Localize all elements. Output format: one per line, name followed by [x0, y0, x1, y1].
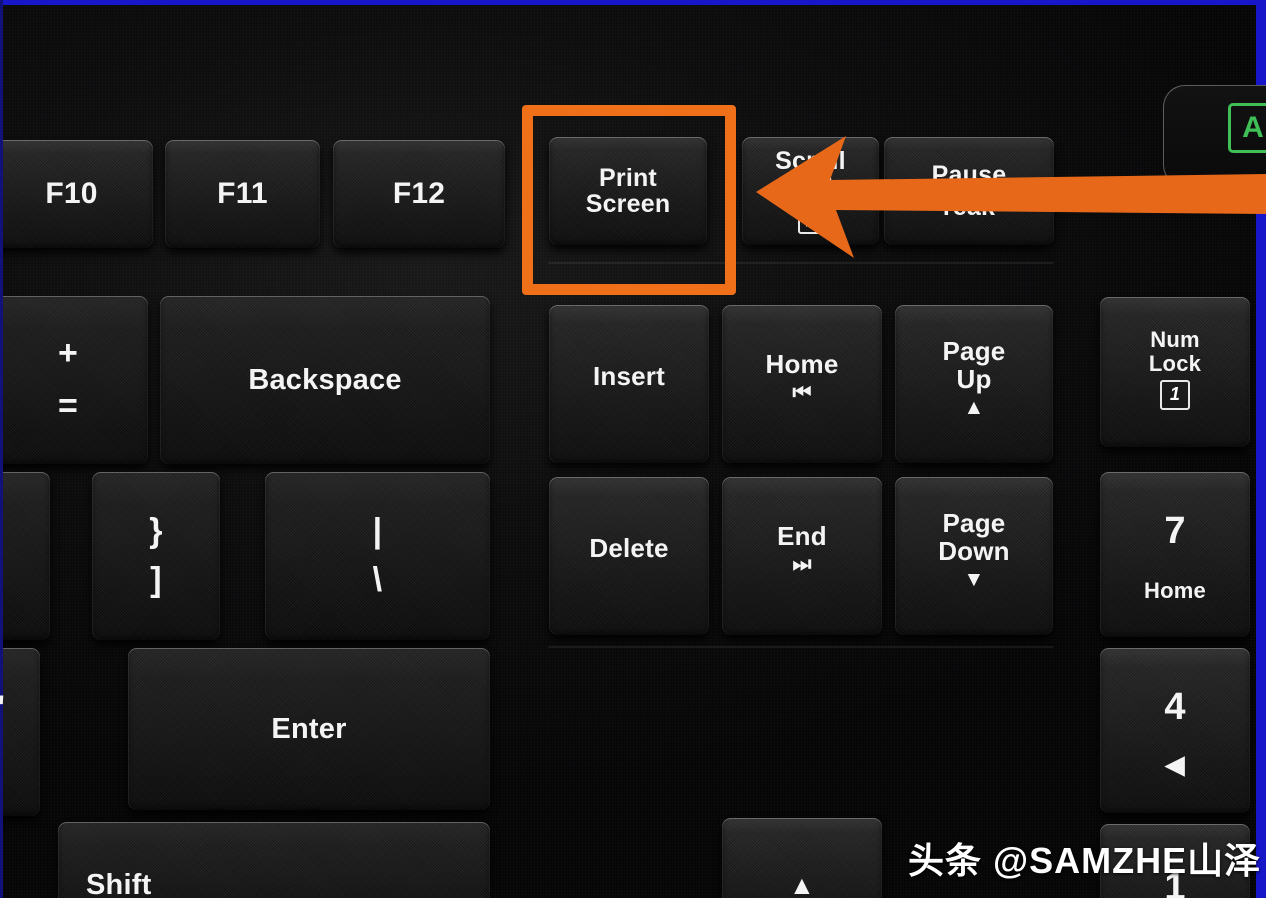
watermark-text: 头条 @SAMZHE山泽 [908, 840, 1262, 881]
key-numpad-7-home[interactable]: 7 Home [1100, 472, 1250, 637]
key-plus-equals[interactable]: + = [0, 296, 148, 464]
triangle-down-icon: ▼ [963, 568, 985, 592]
key-right-bracket[interactable]: } ] [92, 472, 220, 640]
skip-forward-icon: ⏭ [792, 553, 812, 577]
triangle-left-icon: ◀ [1165, 751, 1185, 780]
key-insert[interactable]: Insert [549, 305, 709, 463]
key-plus-equals-legend: + = [57, 333, 79, 425]
key-backslash[interactable]: | \ [265, 472, 490, 640]
key-backslash-legend: | \ [372, 511, 383, 599]
key-page-down[interactable]: Page Down ▼ [895, 477, 1053, 635]
key-f12[interactable]: F12 [333, 140, 505, 248]
plate-gap-line [548, 646, 1054, 648]
key-numpad-4-left[interactable]: 4 ◀ [1100, 648, 1250, 813]
num-lock-indicator-icon: 1 [1160, 379, 1190, 410]
key-f11[interactable]: F11 [165, 140, 320, 248]
key-backspace[interactable]: Backspace [160, 296, 490, 464]
orange-pointer-arrow [756, 136, 1266, 258]
key-arrow-up[interactable]: ▲ [722, 818, 882, 898]
key-delete[interactable]: Delete [549, 477, 709, 635]
frame-border-top [0, 0, 1266, 5]
key-shift[interactable]: Shift [58, 822, 490, 898]
keyboard-photo: F10 F11 F12 Print Screen Scroll Lock Pau… [0, 0, 1266, 898]
key-page-up[interactable]: Page Up ▲ [895, 305, 1053, 463]
key-home[interactable]: Home ⏮ [722, 305, 882, 463]
key-f10[interactable]: F10 [0, 140, 153, 248]
key-enter[interactable]: Enter [128, 648, 490, 810]
triangle-up-icon: ▲ [789, 870, 815, 898]
key-quote-legend: " ' [0, 691, 6, 769]
key-partial-left-upper[interactable] [0, 472, 50, 640]
skip-back-icon: ⏮ [792, 381, 812, 405]
key-end[interactable]: End ⏭ [722, 477, 882, 635]
key-right-bracket-legend: } ] [149, 511, 163, 599]
key-quote[interactable]: " ' [0, 648, 40, 816]
key-num-lock[interactable]: Num Lock 1 [1100, 297, 1250, 447]
triangle-up-icon: ▲ [963, 396, 985, 420]
print-screen-highlight-box [522, 105, 736, 295]
